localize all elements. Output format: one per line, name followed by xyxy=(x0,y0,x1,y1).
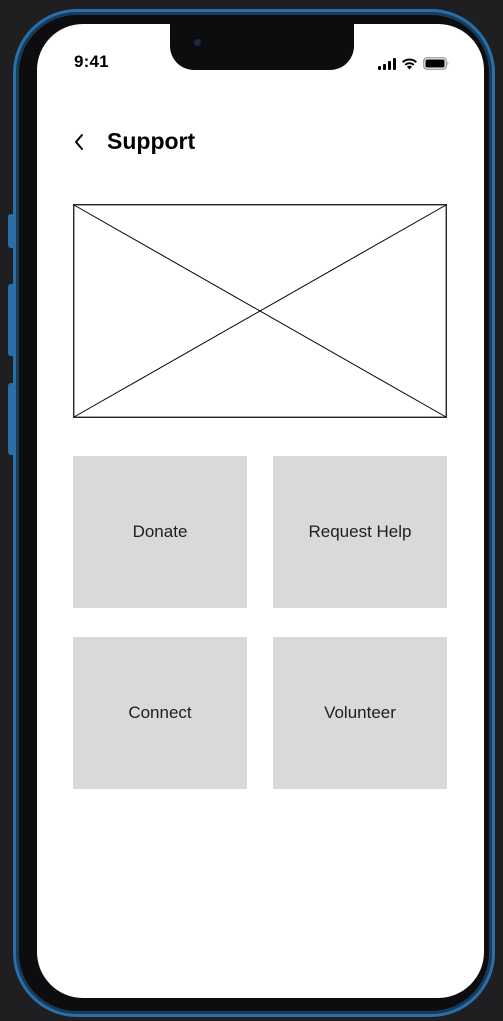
chevron-left-icon xyxy=(75,134,83,150)
hero-image-placeholder xyxy=(73,204,447,418)
volunteer-button[interactable]: Volunteer xyxy=(273,637,447,789)
phone-screen: 9:41 Support Donate Request Help Connect… xyxy=(37,24,484,998)
connect-button[interactable]: Connect xyxy=(73,637,247,789)
donate-label: Donate xyxy=(132,522,188,541)
connect-label: Connect xyxy=(128,703,192,722)
request-help-button[interactable]: Request Help xyxy=(273,456,447,608)
page-title: Support xyxy=(107,128,196,154)
donate-button[interactable]: Donate xyxy=(73,456,247,608)
volunteer-label: Volunteer xyxy=(324,703,396,722)
wifi-icon xyxy=(401,57,418,70)
status-time: 9:41 xyxy=(74,52,109,71)
signal-icon xyxy=(378,58,396,70)
back-button[interactable] xyxy=(69,129,89,155)
front-camera xyxy=(194,39,201,46)
request-help-label: Request Help xyxy=(308,522,412,541)
device-stage: 9:41 Support Donate Request Help Connect… xyxy=(0,0,503,1021)
battery-icon xyxy=(423,57,450,70)
notch xyxy=(170,24,354,70)
status-icons xyxy=(378,56,450,70)
